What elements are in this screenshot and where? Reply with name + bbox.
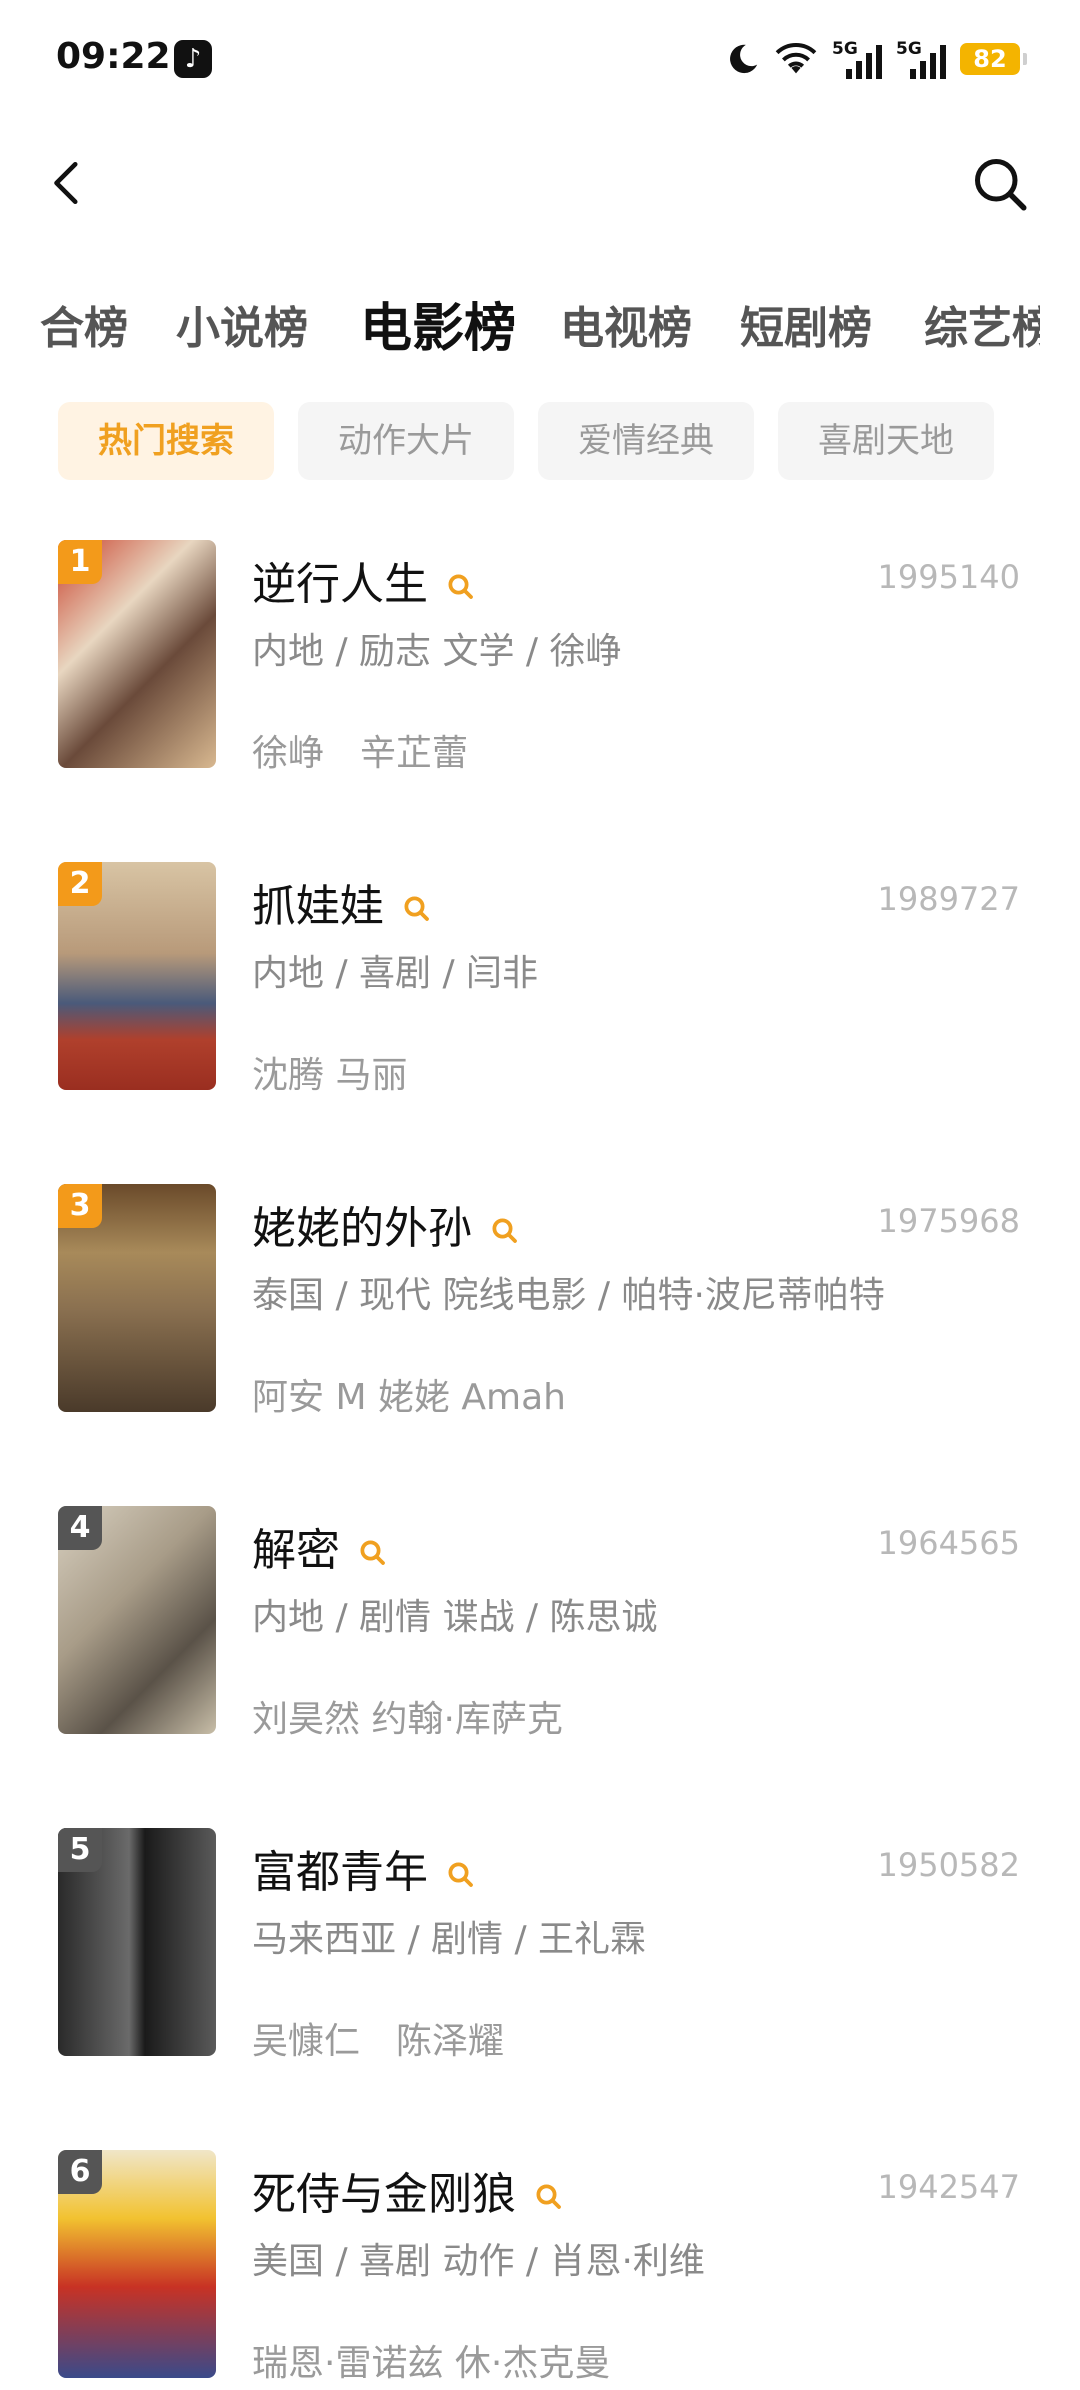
movie-meta: 美国 / 喜剧 动作 / 肖恩·利维 [252,2241,705,2282]
movie-poster: 6 [58,2150,216,2378]
movie-cast: 瑞恩·雷诺兹 休·杰克曼 [252,2343,611,2384]
search-count: 1989727 [877,880,1020,918]
movie-cast: 阿安 M 姥姥 Amah [252,1377,566,1418]
chip-hot-search[interactable]: 热门搜索 [58,402,274,480]
movie-poster: 1 [58,540,216,768]
movie-meta: 内地 / 励志 文学 / 徐峥 [252,631,622,672]
movie-cast: 徐峥 辛芷蕾 [252,733,469,774]
search-count: 1942547 [877,2168,1020,2206]
search-icon [448,1862,473,1887]
status-bar: 09:22 ♪ 5G 5G 82 [0,0,1080,120]
movie-title: 死侍与金刚狼 [252,2158,564,2222]
search-icon [492,1218,517,1243]
rank-badge: 4 [58,1506,102,1550]
search-icon [448,574,473,599]
movie-title: 姥姥的外孙 [252,1192,520,1256]
movie-meta: 泰国 / 现代 院线电影 / 帕特·波尼蒂帕特 [252,1275,885,1316]
tab-variety[interactable]: 综艺榜 [924,292,1040,356]
tab-combined[interactable]: 合榜 [40,292,128,356]
movie-cast: 沈腾 马丽 [252,1055,408,1096]
movie-cast: 吴慷仁 陈泽耀 [252,2021,505,2062]
rank-badge: 1 [58,540,102,584]
movie-title: 解密 [252,1514,388,1578]
rank-badge: 2 [58,862,102,906]
category-chips: 热门搜索 动作大片 爱情经典 喜剧天地 [58,402,994,480]
movie-poster: 3 [58,1184,216,1412]
movie-poster: 5 [58,1828,216,2056]
search-icon [360,1540,385,1565]
top-nav [0,140,1080,230]
rank-badge: 6 [58,2150,102,2194]
signal-icon: 5G [896,39,946,79]
ranking-tabs: 合榜 小说榜 电影榜 电视榜 短剧榜 综艺榜 [0,292,1040,382]
search-icon [536,2184,561,2209]
list-item[interactable]: 5 富都青年 1950582 马来西亚 / 剧情 / 王礼霖 吴慷仁 陈泽耀 [0,1828,1080,2068]
status-time: 09:22 [56,36,171,77]
search-icon[interactable] [970,154,1030,214]
list-item[interactable]: 3 姥姥的外孙 1975968 泰国 / 现代 院线电影 / 帕特·波尼蒂帕特 … [0,1184,1080,1424]
search-count: 1995140 [877,558,1020,596]
chip-comedy[interactable]: 喜剧天地 [778,402,994,480]
tab-tv[interactable]: 电视榜 [560,292,692,356]
moon-icon [730,44,758,74]
search-icon [404,896,429,921]
tiktok-icon: ♪ [174,40,212,78]
search-count: 1975968 [877,1202,1020,1240]
chip-action[interactable]: 动作大片 [298,402,514,480]
movie-title: 逆行人生 [252,548,476,612]
signal-icon: 5G [832,39,882,79]
list-item[interactable]: 6 死侍与金刚狼 1942547 美国 / 喜剧 动作 / 肖恩·利维 瑞恩·雷… [0,2150,1080,2390]
rank-badge: 3 [58,1184,102,1228]
search-count: 1964565 [877,1524,1020,1562]
tab-short-drama[interactable]: 短剧榜 [740,292,872,356]
movie-meta: 内地 / 剧情 谍战 / 陈思诚 [252,1597,658,1638]
tab-novel[interactable]: 小说榜 [176,292,308,356]
list-item[interactable]: 4 解密 1964565 内地 / 剧情 谍战 / 陈思诚 刘昊然 约翰·库萨克 [0,1506,1080,1746]
tab-movie[interactable]: 电影榜 [360,292,516,361]
list-item[interactable]: 1 逆行人生 1995140 内地 / 励志 文学 / 徐峥 徐峥 辛芷蕾 [0,540,1080,780]
rank-badge: 5 [58,1828,102,1872]
battery-level: 82 [973,45,1007,73]
chip-romance[interactable]: 爱情经典 [538,402,754,480]
movie-meta: 马来西亚 / 剧情 / 王礼霖 [252,1919,647,1960]
movie-poster: 4 [58,1506,216,1734]
movie-poster: 2 [58,862,216,1090]
movie-title: 富都青年 [252,1836,476,1900]
wifi-icon [775,43,817,74]
search-count: 1950582 [877,1846,1020,1884]
list-item[interactable]: 2 抓娃娃 1989727 内地 / 喜剧 / 闫非 沈腾 马丽 [0,862,1080,1102]
movie-cast: 刘昊然 约翰·库萨克 [252,1699,563,1740]
back-arrow-icon[interactable] [44,158,94,208]
movie-title: 抓娃娃 [252,870,432,934]
battery-icon: 82 [960,43,1027,75]
movie-meta: 内地 / 喜剧 / 闫非 [252,953,539,994]
